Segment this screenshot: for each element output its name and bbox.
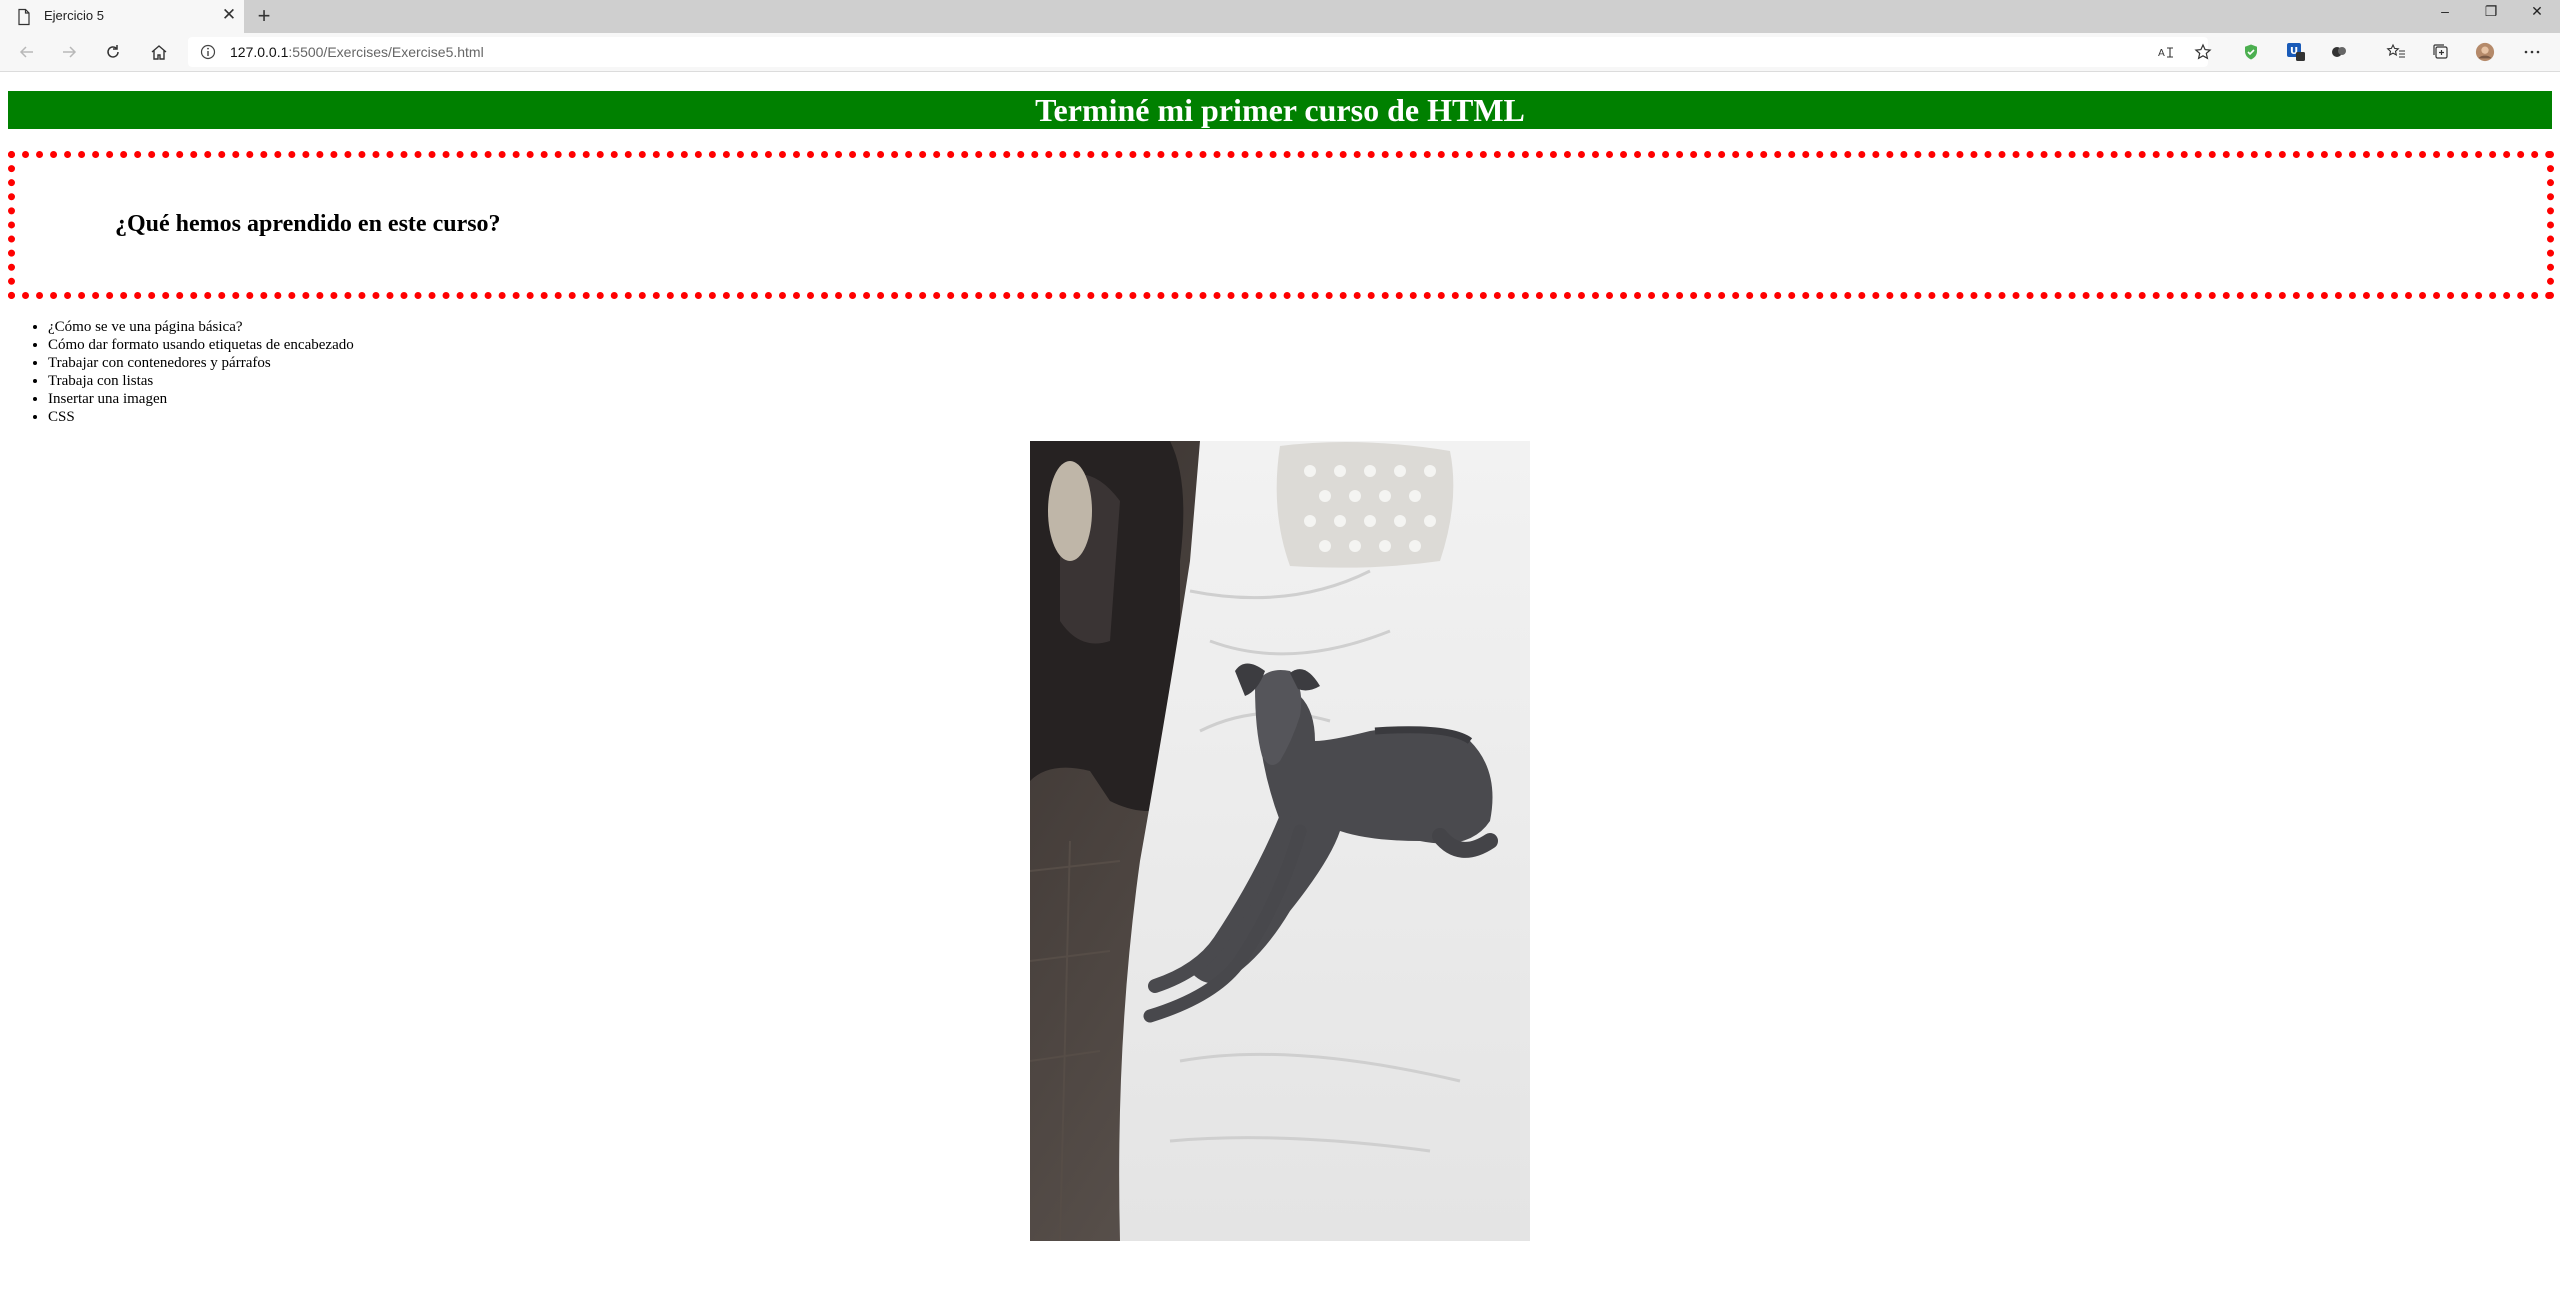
question-heading: ¿Qué hemos aprendido en este curso? (115, 211, 501, 237)
window-close-icon[interactable]: ✕ (2514, 0, 2560, 24)
tab-strip: Ejercicio 5 ✕ + – ❐ ✕ (0, 0, 2560, 33)
url-host: 127.0.0.1 (230, 44, 289, 60)
tab-ejercicio-5[interactable]: Ejercicio 5 ✕ (0, 0, 244, 33)
question-container: ¿Qué hemos aprendido en este curso? (8, 151, 2554, 299)
svg-text:A: A (2158, 48, 2165, 59)
collections-icon[interactable] (2431, 42, 2451, 62)
minimize-icon[interactable]: – (2422, 0, 2468, 24)
extension-icon[interactable] (2329, 42, 2349, 62)
shield-icon[interactable] (2241, 42, 2261, 62)
back-arrow-icon (19, 46, 33, 58)
close-icon[interactable]: ✕ (220, 6, 238, 24)
reload-button[interactable] (100, 39, 126, 65)
list-item: Trabajar con contenedores y párrafos (48, 354, 354, 372)
reload-icon (107, 45, 119, 58)
more-options-icon[interactable] (2522, 42, 2542, 62)
restore-icon[interactable]: ❐ (2468, 0, 2514, 24)
forward-arrow-icon (63, 46, 77, 58)
dog-photo (1030, 441, 1530, 1241)
read-aloud-icon[interactable]: A (2156, 42, 2176, 62)
address-bar[interactable]: 127.0.0.1:5500/Exercises/Exercise5.html (188, 37, 2208, 67)
home-button[interactable] (146, 39, 172, 65)
favorites-icon[interactable] (2386, 42, 2406, 62)
forward-button[interactable] (56, 39, 82, 65)
topics-list: ¿Cómo se ve una página básica? Cómo dar … (8, 318, 354, 426)
list-item: ¿Cómo se ve una página básica? (48, 318, 354, 336)
info-icon[interactable] (200, 44, 216, 60)
tab-title: Ejercicio 5 (44, 8, 104, 23)
dog-on-bed-image (1030, 441, 1530, 1241)
new-tab-button[interactable]: + (252, 4, 276, 28)
extension-badge-icon[interactable]: U (2286, 42, 2306, 62)
list-item: CSS (48, 408, 354, 426)
star-icon[interactable] (2193, 42, 2213, 62)
list-item: Cómo dar formato usando etiquetas de enc… (48, 336, 354, 354)
url-text[interactable]: 127.0.0.1:5500/Exercises/Exercise5.html (230, 44, 484, 60)
page-title: Terminé mi primer curso de HTML (8, 91, 2552, 129)
back-button[interactable] (14, 39, 40, 65)
page-icon (18, 8, 30, 26)
list-item: Insertar una imagen (48, 390, 354, 408)
browser-toolbar: 127.0.0.1:5500/Exercises/Exercise5.html … (0, 33, 2560, 72)
avatar[interactable] (2475, 42, 2495, 62)
url-path: :5500/Exercises/Exercise5.html (288, 44, 484, 60)
home-icon (151, 45, 167, 60)
list-item: Trabaja con listas (48, 372, 354, 390)
